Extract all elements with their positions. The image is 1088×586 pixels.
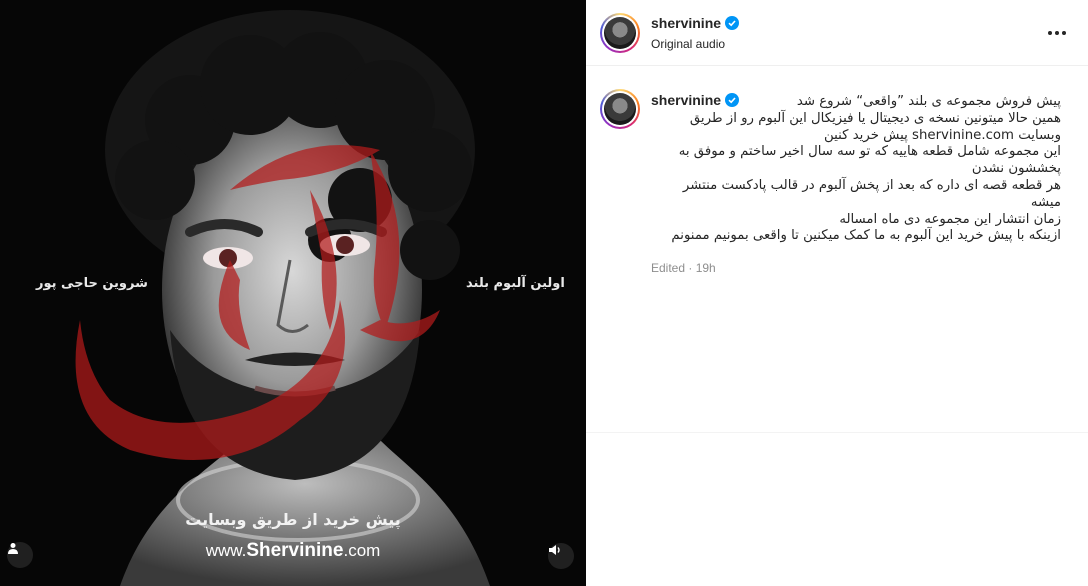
caption-line: میشه (1030, 194, 1061, 210)
user-icon (8, 543, 18, 554)
caption-text: shervinine پیش فروش مجموعه ی بلند ”واقعی… (651, 92, 1061, 245)
album-subtitle-text: اولین آلبوم بلند (466, 276, 565, 291)
post-side-panel: shervinine Original audio shervinine پیش… (586, 0, 1088, 586)
caption-line: همین حالا میتونین نسخه ی دیجیتال یا فیزی… (689, 110, 1061, 126)
more-options-button[interactable] (1048, 25, 1068, 41)
caption-line: این مجموعه شامل قطعه هاییه که تو سه سال … (678, 144, 1061, 160)
verified-badge-icon (725, 16, 740, 30)
username-link[interactable]: shervinine (651, 15, 740, 31)
caption-username-link[interactable]: shervinine (651, 92, 740, 109)
post-meta: Edited · 19h (651, 261, 716, 275)
artist-name-text: شروین حاجی پور (36, 276, 148, 291)
post-media[interactable]: اولین آلبوم بلند شروین حاجی پور پیش خرید… (0, 0, 586, 586)
tagged-users-button[interactable] (7, 542, 33, 568)
caption-line: وبسایت shervinine.com پیش خرید کنین (823, 127, 1061, 143)
caption-line: ازینکه با پیش خرید این آلبوم به ما کمک م… (671, 228, 1061, 244)
audio-toggle-button[interactable] (548, 543, 574, 569)
website-url: www.Shervinine.com (205, 540, 381, 561)
caption-line: هر قطعه قصه ای داره که بعد از پخش آلبوم … (682, 177, 1061, 193)
album-cover-artwork (0, 0, 586, 586)
edited-label: Edited (651, 261, 686, 275)
caption-avatar[interactable] (600, 89, 640, 129)
verified-badge-icon (725, 93, 740, 107)
caption-line: پیش فروش مجموعه ی بلند ”واقعی“ شروع شد (796, 94, 1061, 109)
post-time[interactable]: 19h (696, 261, 716, 275)
caption-line: زمان انتشار این مجموعه دی ماه امساله (839, 211, 1061, 227)
post-header: shervinine Original audio (586, 0, 1088, 66)
more-icon (1048, 31, 1052, 35)
caption-line: پخششون نشدن (971, 161, 1061, 177)
avatar[interactable] (600, 13, 640, 53)
original-audio-link[interactable]: Original audio (651, 37, 725, 51)
speaker-icon (549, 545, 560, 555)
divider (586, 432, 1088, 433)
preorder-text: پیش خرید از طریق وبسایت (185, 510, 401, 529)
